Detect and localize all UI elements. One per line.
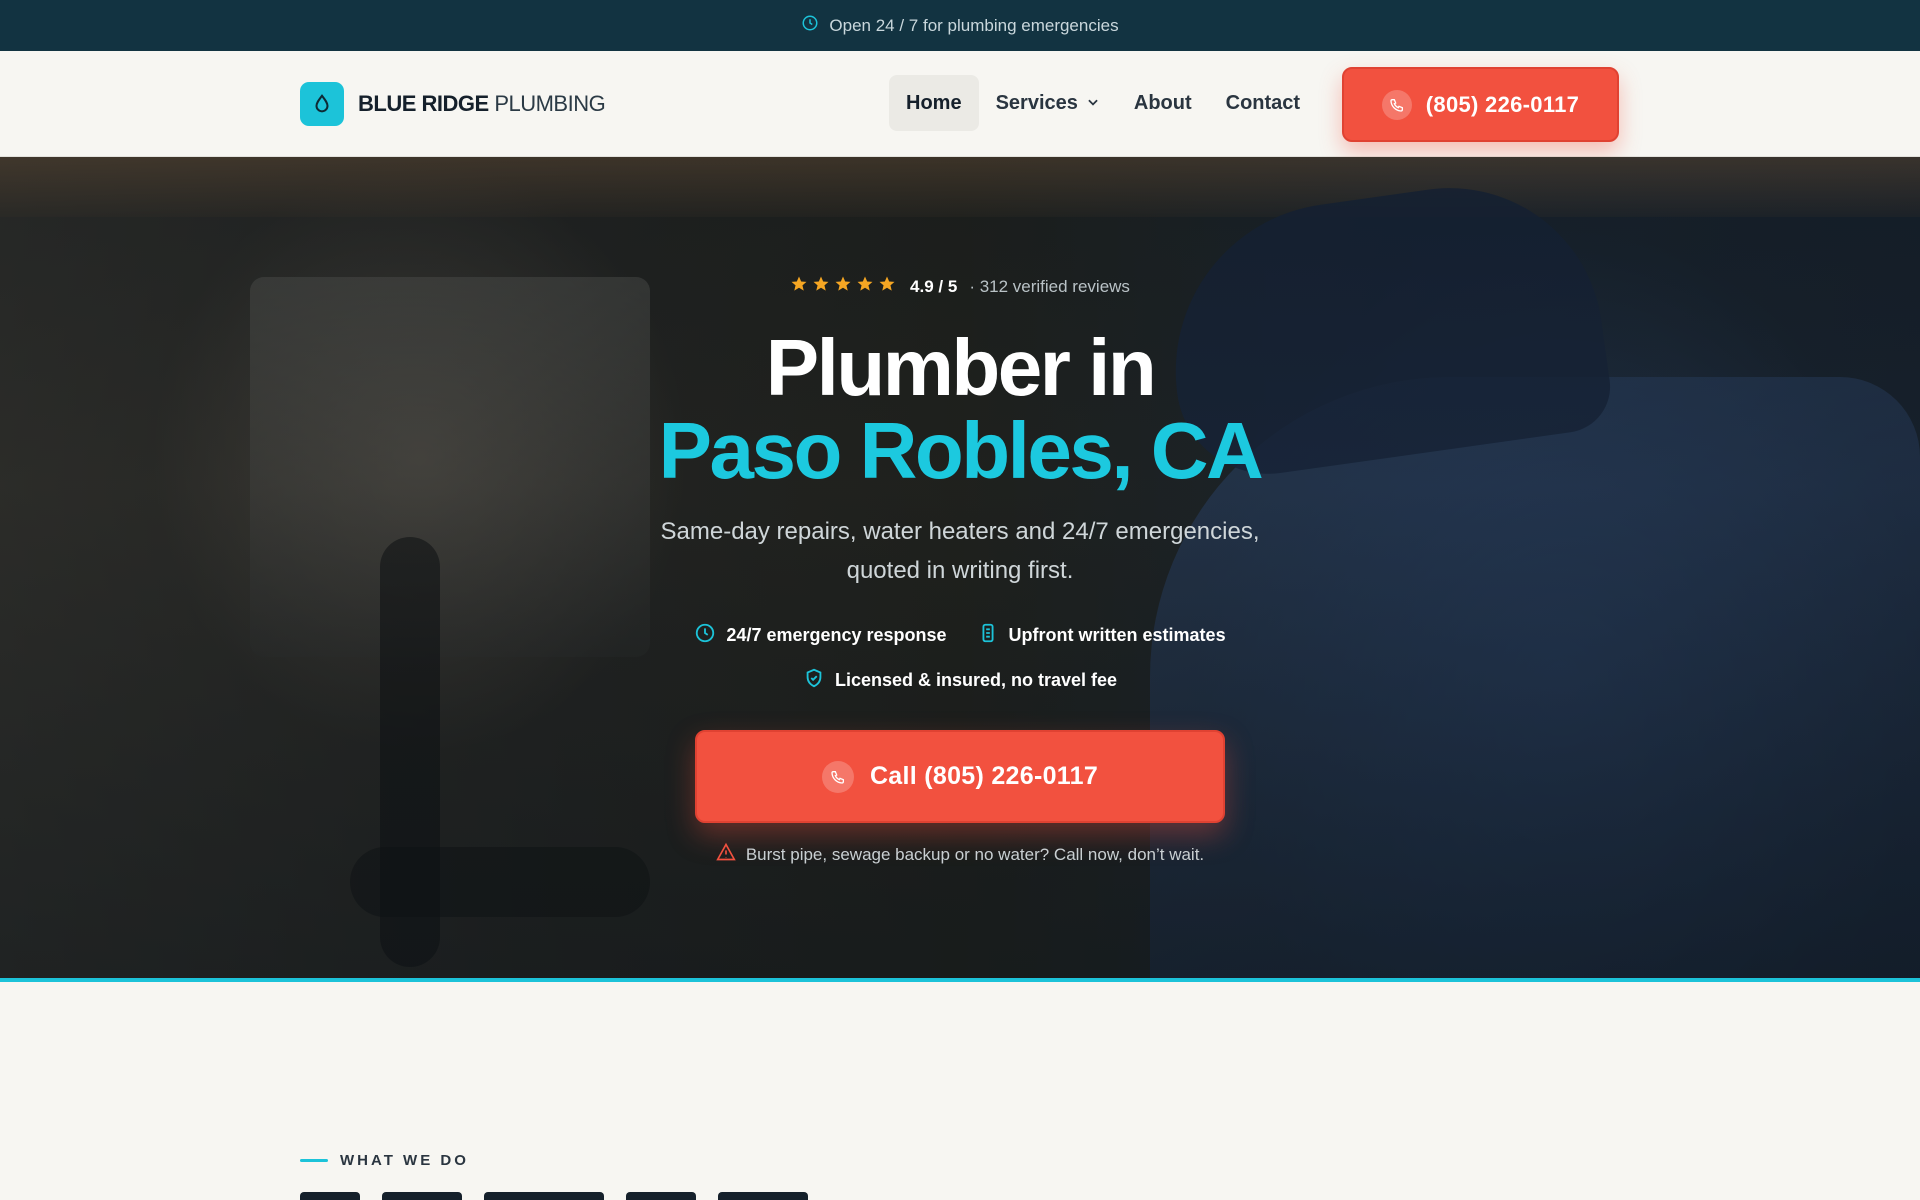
hero-call-label: Call (805) 226-0117 <box>869 762 1099 790</box>
nav-about[interactable]: About <box>1117 75 1209 131</box>
brand-name-light: PLUMBING <box>494 91 606 116</box>
star-icon <box>878 275 896 298</box>
brand-logo[interactable]: BLUE RIDGE PLUMBING <box>300 82 606 126</box>
chevron-down-icon <box>1078 92 1100 115</box>
announcement-bar: Open 24 / 7 for plumbing emergencies <box>0 0 1920 51</box>
feature-label: Upfront written estimates <box>1008 625 1226 645</box>
header-call-button[interactable]: (805) 226-0117 <box>1342 67 1619 142</box>
main-nav: Home Services About Contact <box>889 75 1317 131</box>
hero-title-line2: Paso Robles, CA <box>658 406 1264 495</box>
clock-icon <box>694 622 716 649</box>
star-icon <box>856 275 874 298</box>
shield-check-icon <box>803 667 825 694</box>
section-heading-cropped <box>300 1192 860 1200</box>
feature-item: Upfront written estimates <box>977 622 1226 649</box>
nav-services-label: Services <box>995 91 1078 114</box>
hero-subtitle: Same-day repairs, water heaters and 24/7… <box>0 512 1920 590</box>
clock-icon <box>801 14 819 37</box>
warning-icon <box>716 842 736 867</box>
nav-contact-label: Contact <box>1225 91 1301 114</box>
feature-label: Licensed & insured, no travel fee <box>834 670 1118 690</box>
phone-icon <box>1381 89 1412 120</box>
hero-section: 4.9 / 5 · 312 verified reviews Plumber i… <box>0 157 1920 982</box>
star-icon <box>790 275 808 298</box>
star-rating <box>790 275 896 298</box>
feature-item: Licensed & insured, no travel fee <box>803 667 1117 694</box>
hero-call-button[interactable]: Call (805) 226-0117 <box>695 730 1225 823</box>
nav-home-label: Home <box>906 91 962 114</box>
star-icon <box>812 275 830 298</box>
document-icon <box>977 622 999 649</box>
water-drop-icon <box>300 82 344 126</box>
nav-home[interactable]: Home <box>889 75 979 131</box>
feature-item: 24/7 emergency response <box>694 622 947 649</box>
site-header: BLUE RIDGE PLUMBING Home Services About … <box>0 51 1920 157</box>
section-eyebrow-label: WHAT WE DO <box>340 1152 469 1169</box>
rating-summary: 4.9 / 5 · 312 verified reviews <box>0 275 1920 298</box>
hero-title-line1: Plumber in <box>765 323 1157 412</box>
feature-label: 24/7 emergency response <box>726 625 947 645</box>
hero-subtitle-line1: Same-day repairs, water heaters and 24/7… <box>660 518 1260 545</box>
star-icon <box>834 275 852 298</box>
phone-icon <box>821 760 854 793</box>
feature-list: 24/7 emergency response Upfront written … <box>0 622 1920 694</box>
brand-name: BLUE RIDGE PLUMBING <box>358 91 606 117</box>
rating-score: 4.9 / 5 <box>910 276 958 296</box>
review-count: · 312 verified reviews <box>969 276 1130 296</box>
hero-subtitle-line2: quoted in writing first. <box>846 557 1074 584</box>
nav-services[interactable]: Services <box>979 75 1117 131</box>
brand-name-bold: BLUE RIDGE <box>358 91 489 116</box>
emergency-notice: Burst pipe, sewage backup or no water? C… <box>0 842 1920 867</box>
nav-contact[interactable]: Contact <box>1209 75 1317 131</box>
section-eyebrow: WHAT WE DO <box>300 1152 469 1169</box>
emergency-notice-text: Burst pipe, sewage backup or no water? C… <box>745 844 1205 864</box>
hero-content: 4.9 / 5 · 312 verified reviews Plumber i… <box>0 157 1920 978</box>
header-call-label: (805) 226-0117 <box>1425 91 1580 117</box>
announcement-text: Open 24 / 7 for plumbing emergencies <box>829 15 1119 35</box>
eyebrow-accent-line <box>300 1159 328 1162</box>
nav-about-label: About <box>1133 91 1192 114</box>
